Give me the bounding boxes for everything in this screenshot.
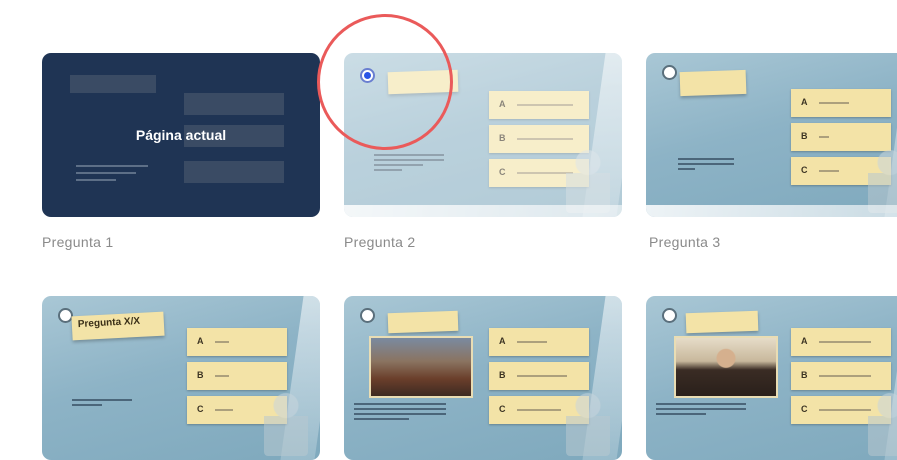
- slide-caption-2: Pregunta 2: [344, 234, 416, 250]
- slide-footer: [646, 205, 897, 217]
- placeholder-line: [76, 172, 136, 174]
- placeholder-block: [184, 93, 284, 115]
- answer-option-a: A: [489, 328, 589, 356]
- placeholder-line: [76, 179, 116, 181]
- placeholder-block: [184, 161, 284, 183]
- answer-option-b: B: [791, 362, 891, 390]
- slide-thumbnail-6[interactable]: A B C: [646, 296, 897, 460]
- slide-caption-3: Pregunta 3: [649, 234, 721, 250]
- slide-image: [369, 336, 473, 398]
- answer-option-a: A: [187, 328, 287, 356]
- slide-thumbnail-4[interactable]: Pregunta X/X A B C: [42, 296, 320, 460]
- decorative-figure: [264, 386, 308, 456]
- placeholder-line: [76, 165, 148, 167]
- answer-option-a: A: [489, 91, 589, 119]
- question-text: [374, 151, 444, 174]
- question-title-note: [387, 310, 459, 334]
- slide-footer: [344, 205, 622, 217]
- answer-option-a: A: [791, 89, 891, 117]
- slide-image: [674, 336, 778, 398]
- question-title-note: Pregunta X/X: [71, 311, 165, 341]
- question-text: [656, 400, 746, 418]
- answer-option-b: B: [187, 362, 287, 390]
- question-text: [72, 396, 132, 409]
- placeholder-block: [70, 75, 156, 93]
- radio-icon[interactable]: [662, 308, 677, 323]
- question-title-note: [679, 69, 747, 97]
- radio-icon[interactable]: [662, 65, 677, 80]
- slide-thumbnail-1[interactable]: Página actual: [42, 53, 320, 217]
- highlight-circle: [317, 14, 453, 150]
- answer-option-a: A: [791, 328, 891, 356]
- question-title-note: [685, 310, 759, 334]
- decorative-figure: [868, 386, 897, 456]
- current-page-label: Página actual: [135, 127, 227, 143]
- decorative-figure: [566, 386, 610, 456]
- question-text: [678, 155, 734, 173]
- decorative-figure: [566, 143, 610, 213]
- answer-option-b: B: [489, 362, 589, 390]
- decorative-figure: [868, 143, 897, 213]
- radio-icon[interactable]: [360, 308, 375, 323]
- slide-thumbnail-5[interactable]: A B C: [344, 296, 622, 460]
- question-text: [354, 400, 446, 423]
- slide-caption-1: Pregunta 1: [42, 234, 114, 250]
- slide-thumbnail-3[interactable]: A B C: [646, 53, 897, 217]
